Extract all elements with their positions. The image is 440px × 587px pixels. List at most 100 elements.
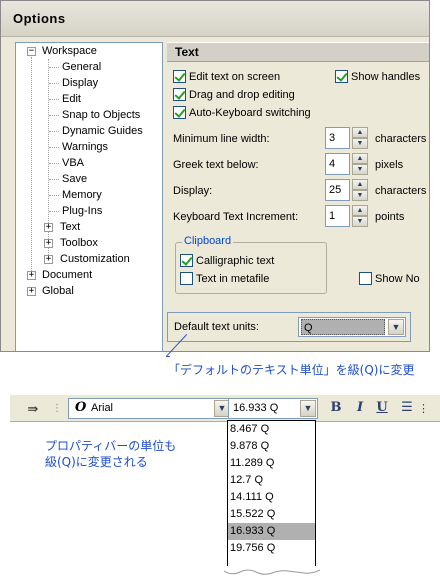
note-line-1: プロパティバーの単位も — [45, 439, 177, 453]
show-handles-checkbox[interactable] — [335, 70, 348, 83]
torn-edge — [224, 566, 320, 575]
display-label: Display: — [173, 185, 213, 197]
expand-icon[interactable]: + — [44, 223, 53, 232]
drag-drop-checkbox[interactable] — [173, 88, 186, 101]
spin-up-icon[interactable]: ▲ — [352, 179, 368, 190]
tree-item-workspace[interactable]: Workspace — [42, 43, 97, 59]
display-input[interactable]: 25 — [325, 179, 350, 201]
default-units-value: Q — [301, 319, 385, 335]
show-handles-label: Show handles — [351, 71, 421, 83]
expand-icon[interactable]: + — [27, 271, 36, 280]
tree-item-warnings[interactable]: Warnings — [62, 139, 108, 155]
dialog-titlebar: Options — [1, 1, 429, 37]
drag-drop-option[interactable]: Drag and drop editing — [173, 87, 295, 103]
greek-text-input[interactable]: 4 — [325, 153, 350, 175]
property-bar: ⇛ ⋮ O Arial ▼ 16.933 Q ▼ B I U ☰ ⋮ — [10, 394, 440, 422]
font-name: Arial — [91, 402, 114, 414]
dropdown-item[interactable]: 15.522 Q — [228, 506, 315, 523]
tree-connector — [49, 115, 59, 116]
edit-text-on-screen-option[interactable]: Edit text on screen — [173, 69, 280, 85]
spin-down-icon[interactable]: ▼ — [352, 164, 368, 175]
dropdown-item[interactable]: 14.111 Q — [228, 489, 315, 506]
tree-connector — [49, 99, 59, 100]
tree-connector — [31, 57, 32, 275]
min-line-width-spinbox[interactable]: 3 ▲ ▼ — [325, 127, 369, 149]
tree-connector — [49, 179, 59, 180]
auto-keyboard-option[interactable]: Auto-Keyboard switching — [173, 105, 311, 121]
show-non-option[interactable]: Show No — [359, 271, 420, 287]
min-line-width-input[interactable]: 3 — [325, 127, 350, 149]
dropdown-item-selected[interactable]: 16.933 Q — [228, 523, 315, 540]
auto-keyboard-checkbox[interactable] — [173, 106, 186, 119]
keyboard-increment-spinbox[interactable]: 1 ▲ ▼ — [325, 205, 369, 227]
tree-item-plugins[interactable]: Plug-Ins — [62, 203, 102, 219]
edit-text-checkbox[interactable] — [173, 70, 186, 83]
display-spinbox[interactable]: 25 ▲ ▼ — [325, 179, 369, 201]
font-size-dropdown[interactable]: 8.467 Q 9.878 Q 11.289 Q 12.7 Q 14.111 Q… — [227, 420, 316, 570]
tree-connector — [49, 147, 59, 148]
expand-icon[interactable]: + — [44, 239, 53, 248]
display-unit: characters — [375, 185, 427, 197]
expand-icon[interactable]: + — [44, 255, 53, 264]
tree-item-edit[interactable]: Edit — [62, 91, 81, 107]
font-select[interactable]: O Arial ▼ — [68, 398, 232, 419]
tree-item-global[interactable]: Global — [42, 283, 74, 299]
default-units-label: Default text units: — [174, 321, 259, 333]
font-size-select[interactable]: 16.933 Q ▼ — [228, 398, 318, 419]
tree-item-customization[interactable]: Customization — [60, 251, 130, 267]
tree-connector — [49, 83, 59, 84]
tree-connector — [49, 195, 59, 196]
toolbar-grip-icon: ⋮ — [52, 403, 62, 414]
tree-connector — [49, 131, 59, 132]
options-tree[interactable]: − Workspace General Display Edit Snap to… — [15, 42, 163, 351]
spin-down-icon[interactable]: ▼ — [352, 190, 368, 201]
collapse-icon[interactable]: − — [27, 47, 36, 56]
metafile-option[interactable]: Text in metafile — [180, 271, 269, 287]
chevron-down-icon[interactable]: ▼ — [388, 319, 404, 335]
tree-item-text[interactable]: Text — [60, 219, 80, 235]
expand-icon[interactable]: + — [27, 287, 36, 296]
tree-item-toolbox[interactable]: Toolbox — [60, 235, 98, 251]
tree-item-display[interactable]: Display — [62, 75, 98, 91]
dropdown-item[interactable]: 19.756 Q — [228, 540, 315, 557]
tree-item-document[interactable]: Document — [42, 267, 92, 283]
metafile-label: Text in metafile — [196, 273, 270, 285]
calligraphic-checkbox[interactable] — [180, 254, 193, 267]
metafile-checkbox[interactable] — [180, 272, 193, 285]
spin-up-icon[interactable]: ▲ — [352, 127, 368, 138]
min-line-width-unit: characters — [375, 133, 427, 145]
spin-up-icon[interactable]: ▲ — [352, 153, 368, 164]
keyboard-increment-input[interactable]: 1 — [325, 205, 350, 227]
dropdown-item[interactable]: 11.289 Q — [228, 455, 315, 472]
dropdown-item[interactable]: 9.878 Q — [228, 438, 315, 455]
chevron-down-icon[interactable]: ▼ — [300, 400, 316, 417]
callout-line — [166, 356, 170, 357]
underline-button[interactable]: U — [373, 399, 391, 417]
align-icon[interactable]: ☰ — [398, 399, 416, 417]
drag-drop-label: Drag and drop editing — [189, 89, 295, 101]
greek-text-spinbox[interactable]: 4 ▲ ▼ — [325, 153, 369, 175]
tree-item-vba[interactable]: VBA — [62, 155, 84, 171]
tree-item-memory[interactable]: Memory — [62, 187, 102, 203]
panel-header: Text — [167, 42, 429, 62]
default-units-select[interactable]: Q ▼ — [298, 317, 406, 337]
bold-button[interactable]: B — [327, 399, 345, 417]
tree-item-snap[interactable]: Snap to Objects — [62, 107, 140, 123]
tree-item-general[interactable]: General — [62, 59, 101, 75]
tree-item-save[interactable]: Save — [62, 171, 87, 187]
tree-item-dynamic-guides[interactable]: Dynamic Guides — [62, 123, 143, 139]
more-options-icon[interactable]: ⋮ — [418, 400, 429, 418]
italic-button[interactable]: I — [351, 399, 369, 417]
dropdown-item[interactable]: 8.467 Q — [228, 421, 315, 438]
spin-up-icon[interactable]: ▲ — [352, 205, 368, 216]
greek-text-unit: pixels — [375, 159, 404, 171]
calligraphic-option[interactable]: Calligraphic text — [180, 253, 274, 269]
tree-connector — [49, 67, 59, 68]
spin-down-icon[interactable]: ▼ — [352, 138, 368, 149]
text-tool-icon[interactable]: ⇛ — [24, 400, 42, 418]
spin-down-icon[interactable]: ▼ — [352, 216, 368, 227]
clipboard-group-label: Clipboard — [182, 235, 234, 247]
dropdown-item[interactable]: 12.7 Q — [228, 472, 315, 489]
show-non-checkbox[interactable] — [359, 272, 372, 285]
show-handles-option[interactable]: Show handles — [335, 69, 420, 85]
